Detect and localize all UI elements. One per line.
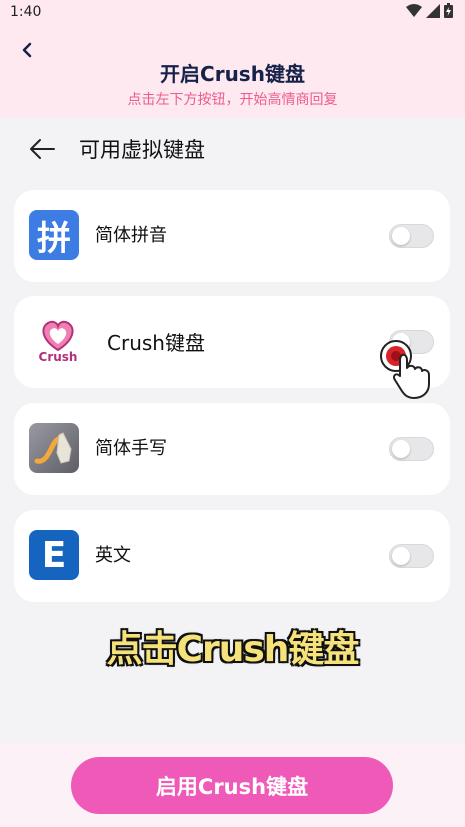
header-subtitle: 点击左下方按钮，开始高情商回复 — [127, 92, 338, 108]
settings-back-icon[interactable] — [28, 136, 56, 162]
handwriting-toggle[interactable] — [389, 437, 434, 461]
english-icon: E — [29, 530, 79, 580]
header-title: 开启Crush键盘 — [160, 62, 305, 86]
keyboard-item-english[interactable]: E 英文 — [14, 510, 450, 602]
signal-icon — [426, 3, 440, 18]
pinyin-icon: 拼 — [29, 210, 79, 260]
keyboard-item-handwriting[interactable]: 简体手写 — [14, 403, 450, 495]
battery-icon — [444, 3, 453, 18]
crush-heart-icon: Crush — [28, 310, 88, 370]
back-arrow-icon[interactable] — [18, 40, 38, 60]
handwriting-icon — [29, 423, 79, 473]
keyboard-label: 简体拼音 — [95, 225, 167, 246]
keyboard-label: 英文 — [95, 545, 131, 566]
keyboard-label: Crush键盘 — [107, 331, 205, 355]
keyboard-item-pinyin[interactable]: 拼 简体拼音 — [14, 190, 450, 282]
tap-hand-icon — [380, 340, 430, 399]
pinyin-toggle[interactable] — [389, 224, 434, 248]
enable-crush-keyboard-button[interactable]: 启用Crush键盘 — [71, 757, 393, 814]
wifi-icon — [406, 3, 422, 17]
instruction-caption: 点击Crush键盘 — [106, 628, 361, 671]
keyboard-label: 简体手写 — [95, 438, 167, 459]
status-time: 1:40 — [10, 4, 42, 20]
english-toggle[interactable] — [389, 544, 434, 568]
status-icons — [406, 3, 453, 18]
page-title: 可用虚拟键盘 — [79, 138, 205, 162]
